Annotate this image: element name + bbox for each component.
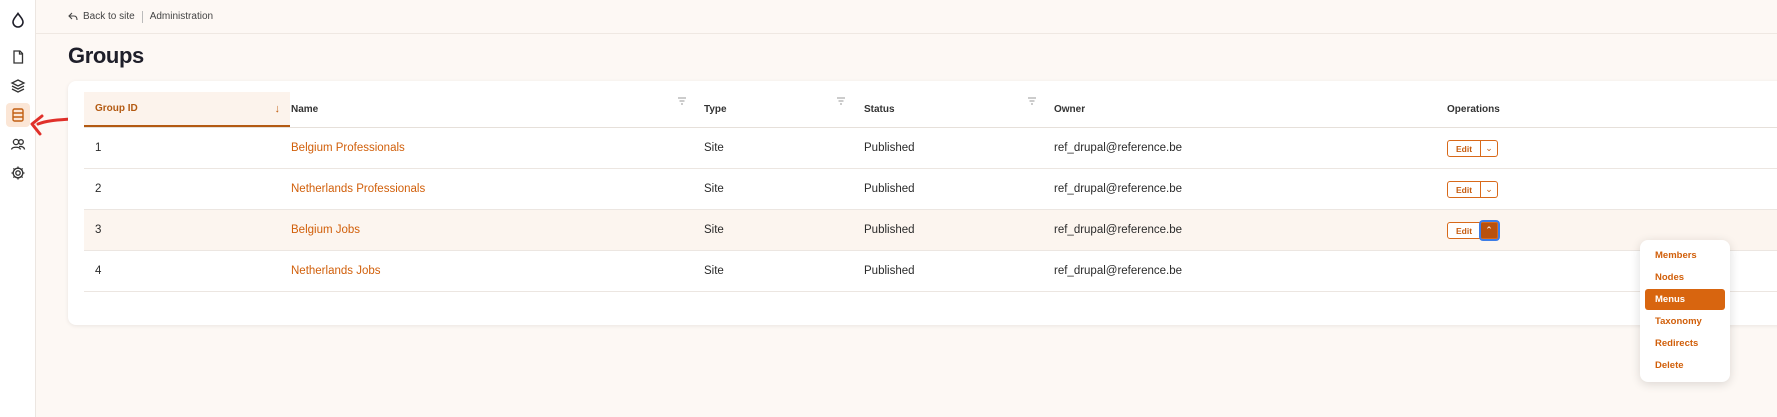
group-owner-cell: ref_drupal@reference.be [1054,265,1183,277]
menu-item-nodes[interactable]: Nodes [1645,267,1725,288]
toolbar-divider [141,10,143,23]
column-header-label: Operations [1447,104,1500,115]
group-status-cell: Published [864,224,915,236]
chevron-down-icon[interactable]: ⌄ [1481,181,1498,198]
edit-button[interactable]: Edit [1447,181,1481,198]
back-to-site-link[interactable]: Back to site [68,11,135,22]
people-icon[interactable] [6,132,30,156]
edit-button[interactable]: Edit [1447,140,1481,157]
column-header-label: Name [291,104,319,115]
table-row: 1 Belgium Professionals Site Published r… [84,128,1777,169]
structure-icon[interactable] [6,74,30,98]
drupal-drop-icon[interactable] [6,8,30,32]
menu-item-menus[interactable]: Menus [1645,289,1725,310]
sort-down-icon: ↓ [274,103,281,115]
column-filter-icon[interactable] [678,97,686,105]
group-owner-cell: ref_drupal@reference.be [1054,183,1183,195]
menu-item-taxonomy[interactable]: Taxonomy [1645,311,1725,332]
table-row: 3 Belgium Jobs Site Published ref_drupal… [84,210,1777,251]
group-name-link[interactable]: Netherlands Professionals [291,169,425,209]
table-row: 4 Netherlands Jobs Site Published ref_dr… [84,251,1777,292]
groups-icon[interactable] [6,103,30,127]
operations-dropbutton: Edit ⌄ [1447,140,1498,157]
group-type-cell: Site [704,142,724,154]
operations-dropbutton: Edit ⌃ [1447,222,1498,239]
table-row: 2 Netherlands Professionals Site Publish… [84,169,1777,210]
operations-dropbutton: Edit ⌄ [1447,181,1498,198]
group-status-cell: Published [864,265,915,277]
group-id-cell: 2 [95,183,102,195]
group-owner-cell: ref_drupal@reference.be [1054,224,1183,236]
edit-button[interactable]: Edit [1447,222,1481,239]
group-type-cell: Site [704,265,724,277]
column-header-owner[interactable]: Owner [1054,92,1444,127]
operations-dropdown-menu: Members Nodes Menus Taxonomy Redirects D… [1640,240,1730,382]
back-arrow-icon [68,12,78,21]
admin-sidebar [0,0,36,417]
admin-toolbar: Back to site Administration [36,0,1777,34]
group-id-cell: 4 [95,265,102,277]
column-header-group-id[interactable]: Group ID ↓ [84,92,290,127]
column-header-operations: Operations [1447,92,1647,127]
column-header-label: Type [704,104,727,115]
menu-item-delete[interactable]: Delete [1645,355,1725,376]
administration-link[interactable]: Administration [150,11,213,22]
group-status-cell: Published [864,142,915,154]
back-to-site-label: Back to site [83,11,135,22]
group-name-link[interactable]: Belgium Jobs [291,210,360,250]
column-header-name[interactable]: Name [291,92,691,127]
column-header-label: Group ID [95,103,138,114]
group-id-cell: 1 [95,142,102,154]
group-type-cell: Site [704,183,724,195]
group-name-link[interactable]: Netherlands Jobs [291,251,381,291]
group-owner-cell: ref_drupal@reference.be [1054,142,1183,154]
chevron-down-icon[interactable]: ⌄ [1481,140,1498,157]
column-header-label: Owner [1054,104,1086,115]
column-header-status[interactable]: Status [864,92,1054,127]
chevron-up-icon[interactable]: ⌃ [1481,222,1498,239]
page-title: Groups [68,43,144,68]
menu-item-members[interactable]: Members [1645,245,1725,266]
content-icon[interactable] [6,45,30,69]
menu-item-redirects[interactable]: Redirects [1645,333,1725,354]
column-header-label: Status [864,104,895,115]
group-id-cell: 3 [95,224,102,236]
groups-table: Group ID ↓ Name Type Status Owner Operat… [68,81,1777,325]
group-status-cell: Published [864,183,915,195]
group-type-cell: Site [704,224,724,236]
group-name-link[interactable]: Belgium Professionals [291,128,405,168]
settings-icon[interactable] [6,161,30,185]
column-filter-icon[interactable] [1028,97,1036,105]
column-filter-icon[interactable] [837,97,845,105]
